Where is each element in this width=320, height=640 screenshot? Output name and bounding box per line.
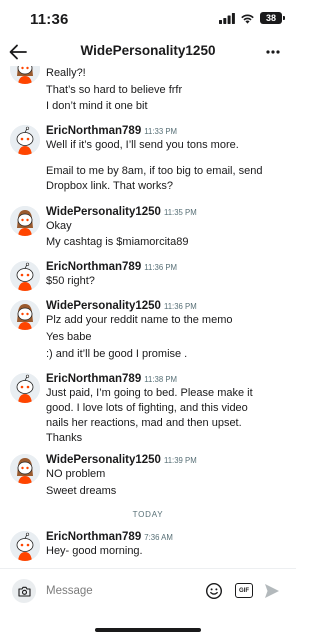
avatar[interactable] [10,300,40,330]
message-text: Well if it’s good, I’ll send you tons mo… [46,139,239,151]
message-composer: GIF [0,568,296,612]
message-text: NO problem [46,468,106,480]
snoo-avatar-icon [10,531,40,561]
page-title[interactable]: WidePersonality1250 [0,43,296,58]
message-username[interactable]: WidePersonality1250 11:39 PM [46,454,197,466]
snoo-avatar-icon [10,373,40,403]
message-time: 11:39 PM [163,456,197,465]
message-text: Hey- good morning. [46,545,143,557]
more-options-button[interactable] [262,41,284,63]
home-indicator [95,628,201,632]
more-horizontal-icon [266,50,280,54]
avatar[interactable] [10,66,40,84]
message-username[interactable]: WidePersonality1250 11:36 PM [46,300,197,312]
message-text: Really?! [46,67,86,79]
message-time: 11:35 PM [163,208,197,217]
avatar[interactable] [10,125,40,155]
snoo-avatar-icon [10,261,40,291]
message-text: :) and it’ll be good I promise . [46,348,188,360]
message-text: Yes babe [46,331,92,343]
snoo-avatar-icon [10,125,40,155]
username-text: WidePersonality1250 [46,454,161,466]
message-text: Dropbox link. That works? [46,180,173,192]
message-input[interactable] [46,580,186,602]
avatar[interactable] [10,454,40,484]
message-time: 7:36 AM [144,533,173,542]
snoo-avatar-icon [10,454,40,484]
message-text: Plz add your reddit name to the memo [46,314,233,326]
username-text: EricNorthman789 [46,531,142,543]
message-username[interactable]: WidePersonality1250 11:35 PM [46,206,197,218]
emoji-icon[interactable] [205,582,223,600]
camera-icon [17,586,31,597]
avatar[interactable] [10,373,40,403]
avatar[interactable] [10,206,40,236]
message-list[interactable]: Really?! That’s so hard to believe frfr … [0,66,296,568]
message-text: My cashtag is $miamorcita89 [46,236,189,248]
username-text: WidePersonality1250 [46,300,161,312]
message-time: 11:36 PM [144,263,178,272]
message-text: Thanks [46,432,83,444]
message-text: Email to me by 8am, if too big to email,… [46,165,263,177]
chat-header: WidePersonality1250 [0,38,296,66]
camera-button[interactable] [12,579,36,603]
message-text: $50 right? [46,275,95,287]
username-text: EricNorthman789 [46,261,142,273]
message-text: good. I love lots of fighting, and this … [46,402,248,414]
avatar[interactable] [10,531,40,561]
date-divider: TODAY [132,510,164,519]
message-text: I don’t mind it one bit [46,100,148,112]
message-time: 11:38 PM [144,375,178,384]
message-text: Okay [46,220,72,232]
message-text: That’s so hard to believe frfr [46,84,183,96]
message-text: nails her reactions, mad and then upset. [46,417,242,429]
status-bar: 11:36 38 [0,0,296,38]
snoo-avatar-icon [10,66,40,84]
snoo-avatar-icon [10,206,40,236]
message-text: Sweet dreams [46,485,117,497]
message-username[interactable]: EricNorthman789 11:38 PM [46,373,177,385]
send-icon[interactable] [263,582,281,600]
message-text: Just paid, I’m going to bed. Please make… [46,387,253,399]
message-username[interactable]: EricNorthman789 11:33 PM [46,125,177,137]
message-time: 11:33 PM [144,127,178,136]
message-username[interactable]: EricNorthman789 11:36 PM [46,261,177,273]
username-text: EricNorthman789 [46,373,142,385]
avatar[interactable] [10,261,40,291]
username-text: EricNorthman789 [46,125,142,137]
status-icons: 38 [219,12,285,24]
snoo-avatar-icon [10,300,40,330]
message-time: 11:36 PM [163,302,197,311]
wifi-icon [241,13,254,24]
battery-icon: 38 [260,12,285,24]
message-username[interactable]: EricNorthman789 7:36 AM [46,531,173,543]
gif-button[interactable]: GIF [235,583,253,598]
signal-icon [219,12,235,24]
status-time: 11:36 [30,11,69,28]
username-text: WidePersonality1250 [46,206,161,218]
